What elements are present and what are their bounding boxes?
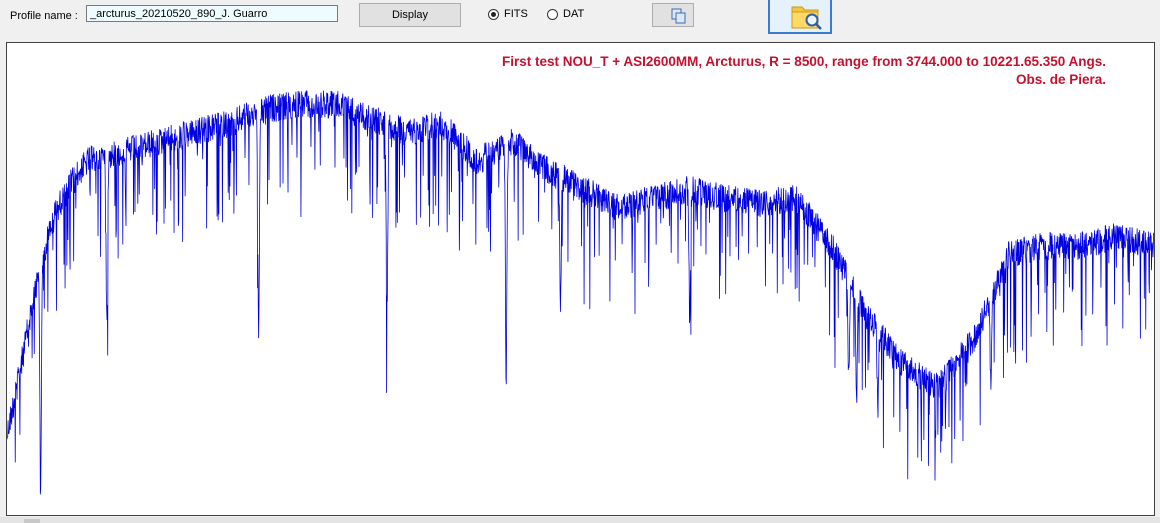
profile-name-input[interactable] bbox=[86, 5, 338, 22]
open-file-button[interactable] bbox=[768, 0, 832, 34]
plot-title: First test NOU_T + ASI2600MM, Arcturus, … bbox=[502, 53, 1106, 89]
display-button[interactable]: Display bbox=[359, 3, 461, 27]
plot-title-line-1: First test NOU_T + ASI2600MM, Arcturus, … bbox=[501, 54, 1106, 69]
folder-search-icon bbox=[791, 6, 822, 30]
radio-fits-label: FITS bbox=[504, 8, 528, 20]
spectrum-plot[interactable]: First test NOU_T + ASI2600MM, Arcturus, … bbox=[6, 42, 1155, 516]
spectrum-chart bbox=[7, 90, 1154, 495]
status-strip bbox=[0, 517, 1160, 523]
radio-dat[interactable]: DAT bbox=[547, 8, 584, 20]
profile-name-label: Profile name : bbox=[10, 10, 78, 22]
radio-dat-label: DAT bbox=[563, 8, 585, 20]
radio-fits[interactable]: FITS bbox=[488, 8, 528, 20]
toolbar: Profile name : Display FITS DAT bbox=[0, 0, 1160, 40]
spectrum-line bbox=[7, 90, 1154, 495]
status-nub bbox=[24, 519, 40, 523]
plot-title-line-2: Obs. de Piera. bbox=[1015, 72, 1106, 87]
radio-dat-dot[interactable] bbox=[547, 8, 558, 20]
copy-button[interactable] bbox=[652, 3, 694, 27]
radio-fits-dot[interactable] bbox=[488, 8, 499, 20]
copy-icon bbox=[671, 8, 686, 24]
